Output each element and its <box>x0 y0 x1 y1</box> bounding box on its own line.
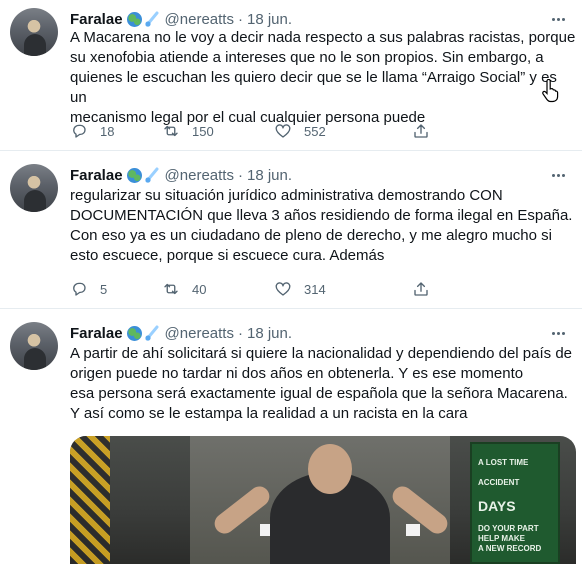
like-count: 552 <box>304 123 326 139</box>
avatar[interactable] <box>10 164 58 212</box>
separator: · <box>237 10 243 28</box>
author-handle[interactable]: @nereatts <box>165 325 234 342</box>
share-icon <box>414 282 428 296</box>
globe-emoji <box>126 325 142 341</box>
retweet-count: 150 <box>192 123 214 139</box>
author-handle[interactable]: @nereatts <box>165 11 234 28</box>
like-button[interactable]: 314 <box>274 280 394 298</box>
tweet-date[interactable]: 18 jun. <box>247 11 292 28</box>
author-handle[interactable]: @nereatts <box>165 167 234 184</box>
retweet-icon <box>164 283 178 295</box>
tweet-header: Faralae @nereatts · 18 jun. <box>70 323 292 343</box>
reply-icon <box>73 124 86 138</box>
avatar[interactable] <box>10 322 58 370</box>
reply-button[interactable]: 18 <box>70 122 150 140</box>
reply-count: 5 <box>100 281 108 297</box>
comet-emoji <box>144 325 159 341</box>
reply-count: 18 <box>100 123 115 139</box>
author-name[interactable]: Faralae <box>70 11 123 28</box>
sign-line: DO YOUR PART HELP MAKE A NEW RECORD <box>478 524 542 553</box>
tweet-actions: 18 150 552 <box>70 121 500 141</box>
heart-icon <box>275 124 291 138</box>
media-hazard-panel <box>70 436 110 564</box>
tweet-text: regularizar su situación jurídico admini… <box>70 187 573 264</box>
separator: · <box>237 166 243 184</box>
media-sign-text: A LOST TIME ACCIDENT DAYS DO YOUR PART H… <box>478 448 556 564</box>
tweet[interactable]: Faralae @nereatts · 18 jun. regularizar … <box>0 150 582 308</box>
more-icon[interactable] <box>548 165 568 185</box>
media-wristband <box>406 524 420 536</box>
pointer-cursor-icon <box>542 79 559 103</box>
globe-emoji <box>126 167 142 183</box>
author-name[interactable]: Faralae <box>70 167 123 184</box>
tweet-text: A partir de ahí solicitará si quiere la … <box>70 345 573 422</box>
tweet-text: A Macarena no le voy a decir nada respec… <box>70 29 576 126</box>
retweet-button[interactable]: 40 <box>162 280 272 298</box>
tweet-media-video[interactable]: A LOST TIME ACCIDENT DAYS DO YOUR PART H… <box>70 436 576 564</box>
retweet-count: 40 <box>192 281 207 297</box>
reply-button[interactable]: 5 <box>70 280 150 298</box>
author-name[interactable]: Faralae <box>70 325 123 342</box>
tweet-header: Faralae @nereatts · 18 jun. <box>70 165 292 185</box>
reply-icon <box>73 282 86 296</box>
share-button[interactable] <box>412 122 430 140</box>
like-button[interactable]: 552 <box>274 122 394 140</box>
sign-line: A LOST TIME <box>478 458 529 467</box>
like-count: 314 <box>304 281 326 297</box>
sign-line: DAYS <box>478 498 516 514</box>
tweet-date[interactable]: 18 jun. <box>247 167 292 184</box>
tweet-date[interactable]: 18 jun. <box>247 325 292 342</box>
comet-emoji <box>144 11 159 27</box>
heart-icon <box>275 282 291 296</box>
avatar[interactable] <box>10 8 58 56</box>
share-button[interactable] <box>412 280 430 298</box>
comet-emoji <box>144 167 159 183</box>
more-icon[interactable] <box>548 323 568 343</box>
globe-emoji <box>126 11 142 27</box>
retweet-button[interactable]: 150 <box>162 122 272 140</box>
more-icon[interactable] <box>548 9 568 29</box>
tweet[interactable]: Faralae @nereatts · 18 jun. A Macarena n… <box>0 0 582 150</box>
tweet-actions: 5 40 314 <box>70 279 500 299</box>
sign-line: ACCIDENT <box>478 478 520 487</box>
retweet-icon <box>164 125 178 137</box>
separator: · <box>237 324 243 342</box>
tweet-header: Faralae @nereatts · 18 jun. <box>70 9 292 29</box>
media-person-head <box>308 444 352 494</box>
share-icon <box>414 124 428 138</box>
